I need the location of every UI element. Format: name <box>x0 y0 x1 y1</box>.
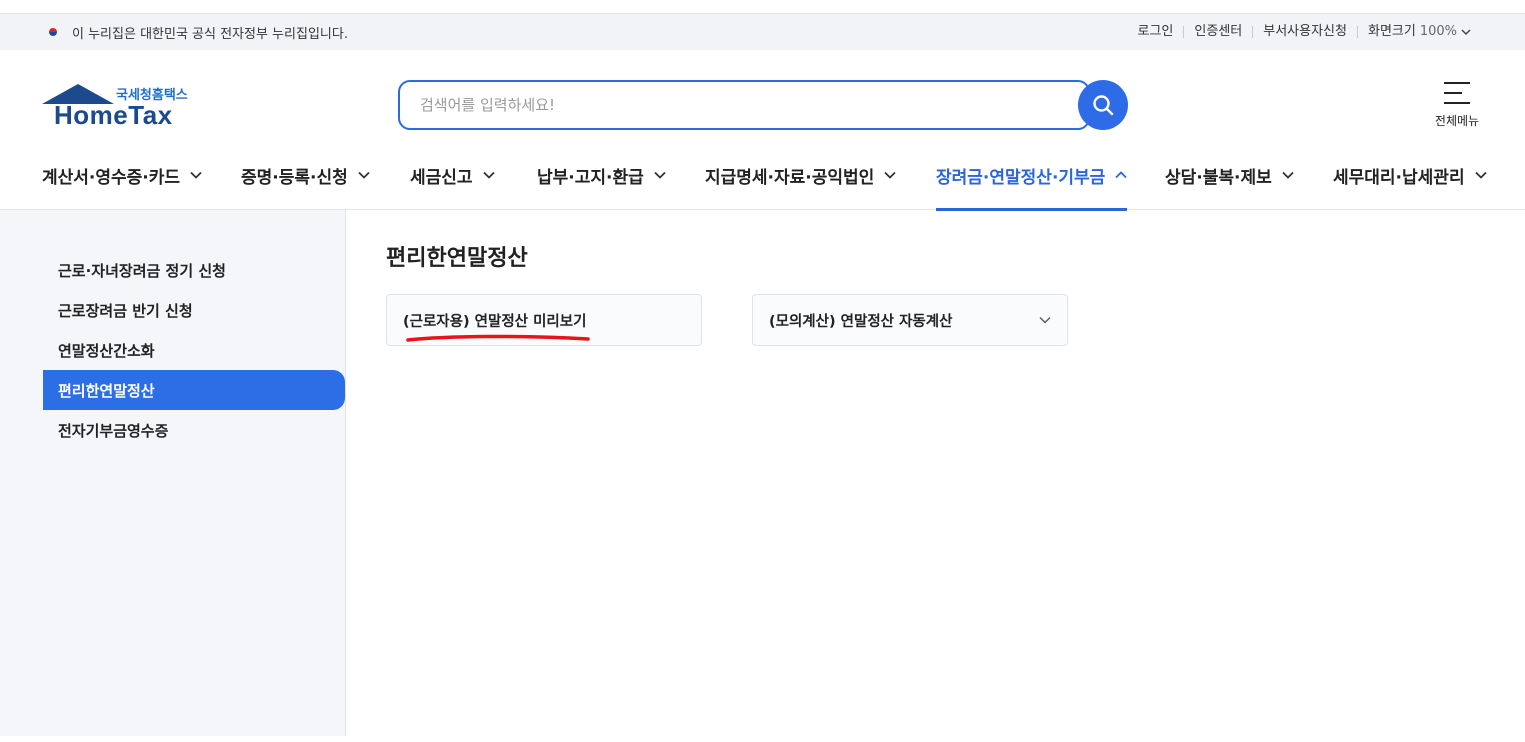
chevron-down-icon <box>884 171 896 179</box>
card-label: (모의계산) 연말정산 자동계산 <box>769 313 953 330</box>
search-input[interactable] <box>398 80 1090 130</box>
gnb-item-payment-refund[interactable]: 납부·고지·환급 <box>537 160 666 210</box>
search-icon <box>1093 95 1114 116</box>
sidebar-item-convenient-year-end[interactable]: 편리한연말정산 <box>43 370 345 410</box>
logo-big-text: HomeTax <box>54 100 173 130</box>
gnb-label: 세금신고 <box>410 167 473 188</box>
gnb-label: 납부·고지·환급 <box>537 167 644 188</box>
chevron-down-icon <box>1039 317 1051 324</box>
all-menu-button[interactable]: 전체메뉴 <box>1431 82 1483 129</box>
chevron-down-icon <box>1282 171 1294 179</box>
page-title: 편리한연말정산 <box>386 246 528 271</box>
sidebar-item-e-donation-receipt[interactable]: 전자기부금영수증 <box>0 410 345 450</box>
gnb-label: 장려금·연말정산·기부금 <box>936 167 1106 188</box>
chevron-down-icon <box>190 171 202 179</box>
main-navigation: 계산서·영수증·카드 증명·등록·신청 세금신고 납부·고지·환급 지급명세·자… <box>0 160 1525 211</box>
gov-notice: 이 누리집은 대한민국 공식 전자정부 누리집입니다. <box>44 23 348 42</box>
sidebar-item-simplified-year-end[interactable]: 연말정산간소화 <box>0 330 345 370</box>
sidebar-item-incentive-half[interactable]: 근로장려금 반기 신청 <box>0 290 345 330</box>
gnb-label: 상담·불복·제보 <box>1165 167 1272 188</box>
chevron-up-icon <box>1115 171 1127 179</box>
zoom-control[interactable]: 화면크기 100% <box>1356 24 1481 39</box>
red-underline-annotation <box>406 334 590 342</box>
page-body: 근로·자녀장려금 정기 신청 근로장려금 반기 신청 연말정산간소화 편리한연말… <box>0 210 1525 736</box>
gnb-item-incentive-year-end[interactable]: 장려금·연말정산·기부금 <box>936 160 1128 211</box>
search-button[interactable] <box>1078 80 1128 130</box>
zoom-label: 화면크기 <box>1367 24 1416 39</box>
all-menu-label: 전체메뉴 <box>1434 114 1480 128</box>
gnb-label: 계산서·영수증·카드 <box>42 167 181 188</box>
gnb-item-tax-filing[interactable]: 세금신고 <box>410 160 495 210</box>
chevron-down-icon <box>482 171 495 179</box>
browser-top-strip <box>0 0 1525 14</box>
sidebar-item-incentive-regular[interactable]: 근로·자녀장려금 정기 신청 <box>0 250 345 290</box>
gnb-item-consultation-appeal[interactable]: 상담·불복·제보 <box>1165 160 1294 210</box>
gov-notice-bar: 이 누리집은 대한민국 공식 전자정부 누리집입니다. 로그인 인증센터 부서사… <box>0 14 1525 50</box>
search-box <box>398 80 1128 130</box>
card-mock-calculation[interactable]: (모의계산) 연말정산 자동계산 <box>752 294 1068 346</box>
gov-notice-text: 이 누리집은 대한민국 공식 전자정부 누리집입니다. <box>72 26 348 42</box>
service-cards: (근로자용) 연말정산 미리보기 (모의계산) 연말정산 자동계산 <box>386 294 1068 346</box>
card-year-end-preview[interactable]: (근로자용) 연말정산 미리보기 <box>386 294 702 346</box>
gnb-label: 세무대리·납세관리 <box>1333 167 1465 188</box>
login-link[interactable]: 로그인 <box>1128 25 1184 38</box>
korea-flag-icon <box>44 26 62 38</box>
chevron-down-icon <box>1461 28 1471 35</box>
gnb-item-payment-statement[interactable]: 지급명세·자료·공익법인 <box>705 160 896 210</box>
gnb-item-tax-agent[interactable]: 세무대리·납세관리 <box>1333 160 1487 210</box>
site-header: 국세청홈택스 HomeTax 전체메뉴 <box>0 50 1525 160</box>
gnb-label: 지급명세·자료·공익법인 <box>705 167 875 188</box>
sidebar: 근로·자녀장려금 정기 신청 근로장려금 반기 신청 연말정산간소화 편리한연말… <box>0 210 346 736</box>
gnb-item-invoice-receipt-card[interactable]: 계산서·영수증·카드 <box>42 160 202 210</box>
chevron-down-icon <box>358 171 370 179</box>
hometax-logo[interactable]: 국세청홈택스 HomeTax <box>42 82 202 132</box>
dept-user-apply-link[interactable]: 부서사용자신청 <box>1252 25 1357 38</box>
card-label: (근로자용) 연말정산 미리보기 <box>403 313 587 330</box>
main-content: 편리한연말정산 (근로자용) 연말정산 미리보기 (모의계산) 연말정산 자동계… <box>386 240 1068 346</box>
zoom-value: 100% <box>1419 24 1457 39</box>
gnb-item-certificate-registration[interactable]: 증명·등록·신청 <box>241 160 370 210</box>
gnb-label: 증명·등록·신청 <box>241 167 348 188</box>
chevron-down-icon <box>1474 171 1487 179</box>
utility-links: 로그인 인증센터 부서사용자신청 화면크기 100% <box>1128 24 1481 39</box>
cert-center-link[interactable]: 인증센터 <box>1183 25 1252 38</box>
hamburger-icon <box>1444 82 1470 104</box>
chevron-down-icon <box>654 171 666 179</box>
